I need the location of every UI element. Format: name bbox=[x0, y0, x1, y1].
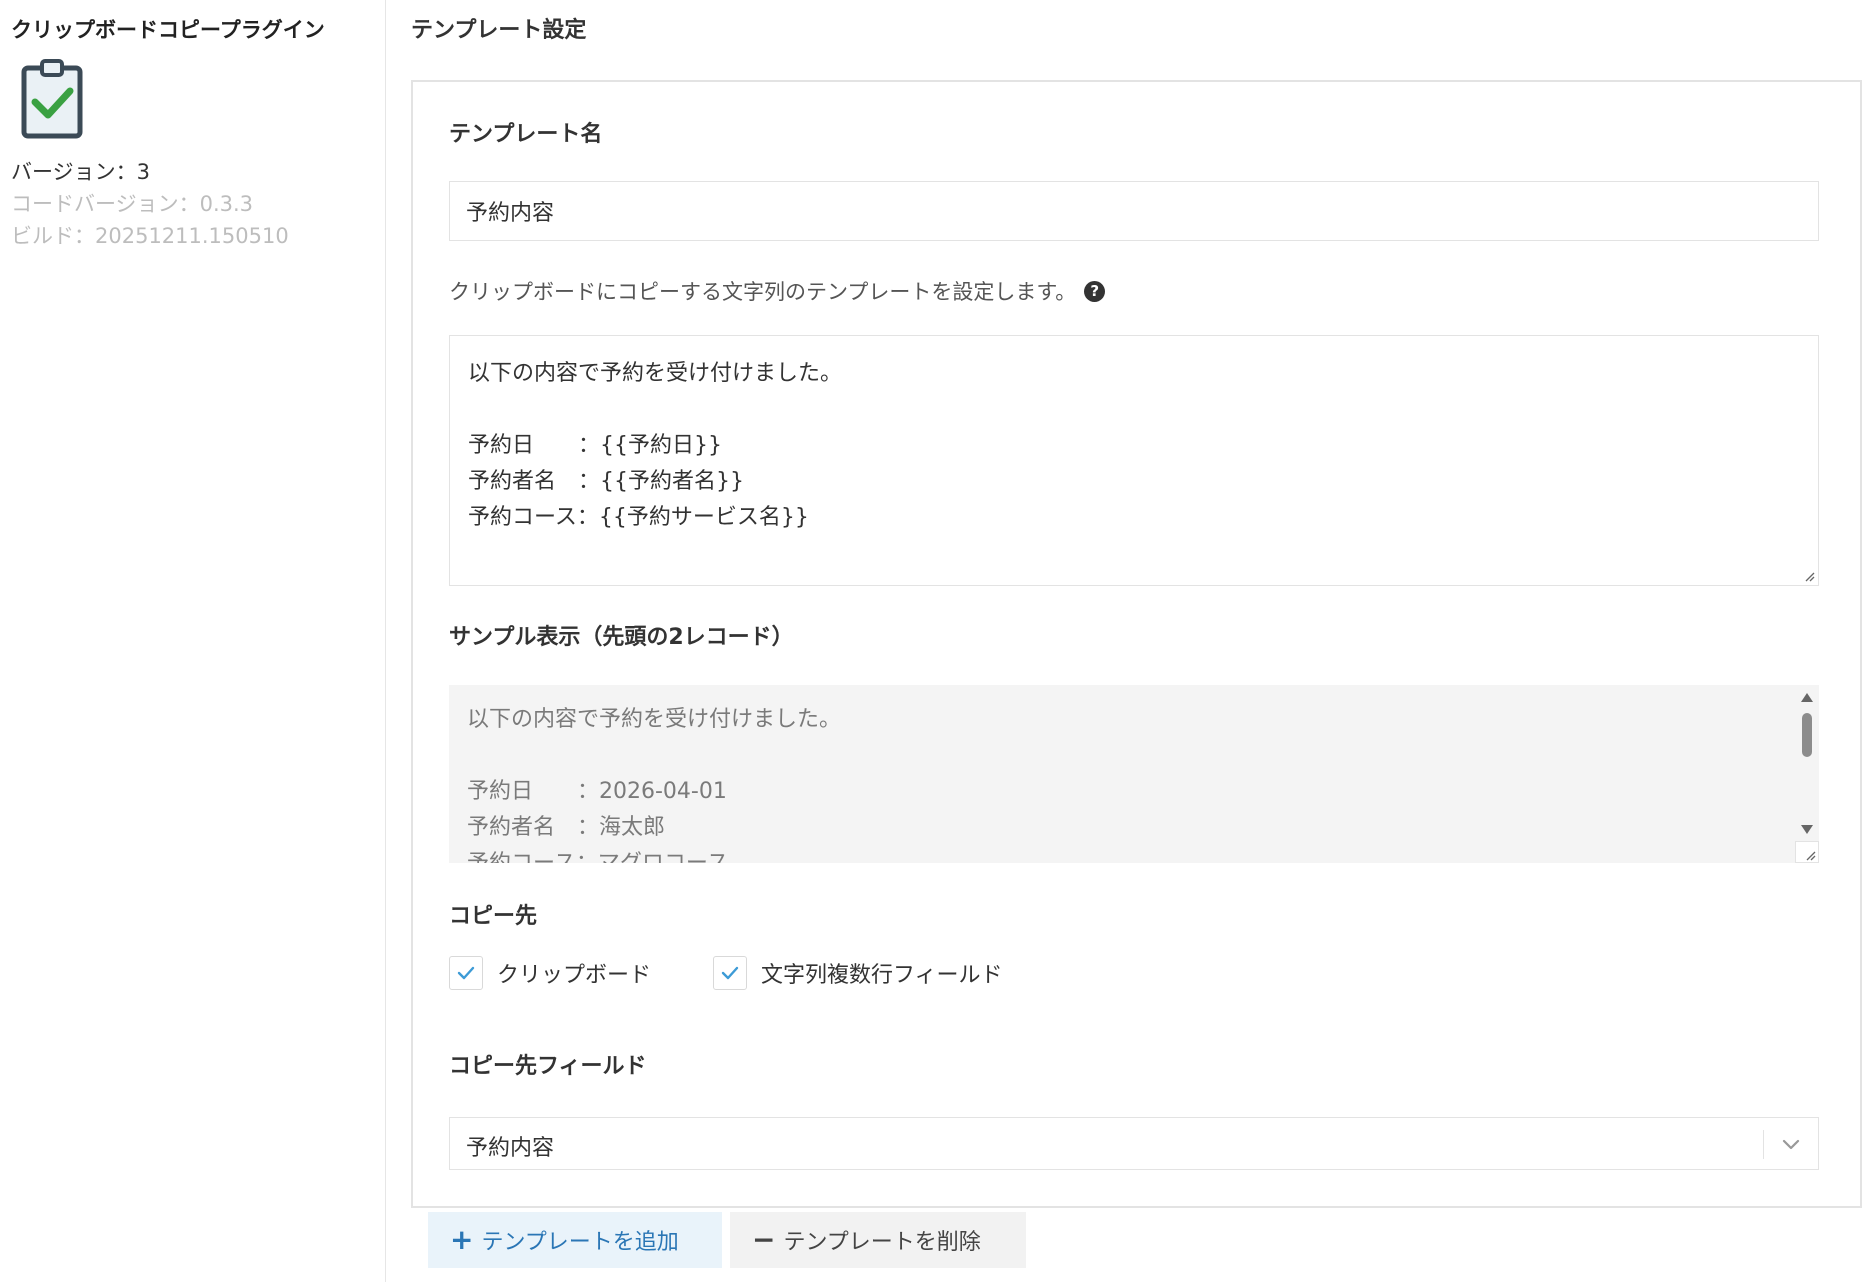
resize-corner[interactable] bbox=[1795, 841, 1819, 863]
checkmark-icon bbox=[721, 966, 739, 980]
copy-target-label: コピー先 bbox=[449, 904, 538, 929]
sample-label: サンプル表示（先頭の2レコード） bbox=[449, 625, 794, 650]
sample-line: 予約コース：マグロコース bbox=[467, 846, 841, 863]
sample-line: 予約者名 ：海太郎 bbox=[467, 815, 666, 840]
clipboard-checkbox-label: クリップボード bbox=[497, 963, 652, 988]
plus-icon: + bbox=[450, 1223, 474, 1256]
page-title: テンプレート設定 bbox=[411, 18, 587, 43]
template-line: 予約コース：{{予約サービス名}} bbox=[468, 505, 809, 530]
scroll-thumb[interactable] bbox=[1802, 713, 1812, 757]
question-circle-icon[interactable]: ? bbox=[1084, 280, 1106, 302]
template-line bbox=[468, 392, 1800, 428]
copy-target-multiline-field[interactable]: 文字列複数行フィールド bbox=[713, 956, 1003, 990]
template-name-input[interactable] bbox=[449, 181, 1819, 241]
template-description-text: クリップボードにコピーする文字列のテンプレートを設定します。 bbox=[449, 280, 1077, 304]
sample-preview: 以下の内容で予約を受け付けました。 予約日 ：2026-04-01 予約者名 ：… bbox=[449, 685, 1819, 863]
resize-grip-icon bbox=[1806, 851, 1816, 861]
scroll-up-icon[interactable] bbox=[1801, 693, 1813, 702]
sample-line: 以下の内容で予約を受け付けました。 bbox=[467, 707, 842, 732]
copy-field-label: コピー先フィールド bbox=[449, 1054, 647, 1079]
add-template-label: テンプレートを追加 bbox=[481, 1230, 679, 1255]
select-separator bbox=[1763, 1130, 1764, 1159]
sample-line bbox=[467, 738, 841, 774]
clipboard-checkbox[interactable] bbox=[449, 956, 483, 990]
chevron-down-icon[interactable] bbox=[1780, 1134, 1802, 1154]
template-line: 予約者名 ：{{予約者名}} bbox=[468, 469, 744, 494]
copy-target-clipboard[interactable]: クリップボード bbox=[449, 956, 651, 990]
resize-grip-icon[interactable] bbox=[1803, 570, 1815, 582]
add-template-button[interactable]: + テンプレートを追加 bbox=[428, 1212, 722, 1268]
sample-scrollbar[interactable] bbox=[1795, 685, 1819, 863]
delete-template-button[interactable]: − テンプレートを削除 bbox=[730, 1212, 1026, 1268]
plugin-version: バージョン：3 bbox=[11, 160, 150, 184]
multiline-field-checkbox[interactable] bbox=[713, 956, 747, 990]
plugin-name: クリップボードコピープラグイン bbox=[11, 18, 325, 42]
template-description: クリップボードにコピーする文字列のテンプレートを設定します。 ? bbox=[449, 276, 1106, 306]
minus-icon: − bbox=[752, 1223, 776, 1256]
scroll-down-icon[interactable] bbox=[1801, 825, 1813, 834]
clipboard-check-icon bbox=[21, 59, 83, 139]
template-textarea[interactable]: 以下の内容で予約を受け付けました。 予約日 ：{{予約日}} 予約者名 ：{{予… bbox=[449, 335, 1819, 586]
sidebar: クリップボードコピープラグイン バージョン：3 コードバージョン：0.3.3 ビ… bbox=[0, 0, 386, 1282]
build-number: ビルド：20251211.150510 bbox=[11, 224, 289, 248]
copy-field-select[interactable]: 予約内容 bbox=[449, 1117, 1819, 1170]
delete-template-label: テンプレートを削除 bbox=[783, 1230, 981, 1255]
sample-line: 予約日 ：2026-04-01 bbox=[467, 779, 727, 804]
template-line: 予約日 ：{{予約日}} bbox=[468, 433, 722, 458]
checkmark-icon bbox=[457, 966, 475, 980]
template-name-label: テンプレート名 bbox=[449, 122, 603, 147]
multiline-field-checkbox-label: 文字列複数行フィールド bbox=[761, 963, 1003, 988]
template-line: 以下の内容で予約を受け付けました。 bbox=[468, 361, 843, 386]
code-version: コードバージョン：0.3.3 bbox=[11, 192, 254, 216]
copy-field-selected-value: 予約内容 bbox=[466, 1136, 555, 1161]
